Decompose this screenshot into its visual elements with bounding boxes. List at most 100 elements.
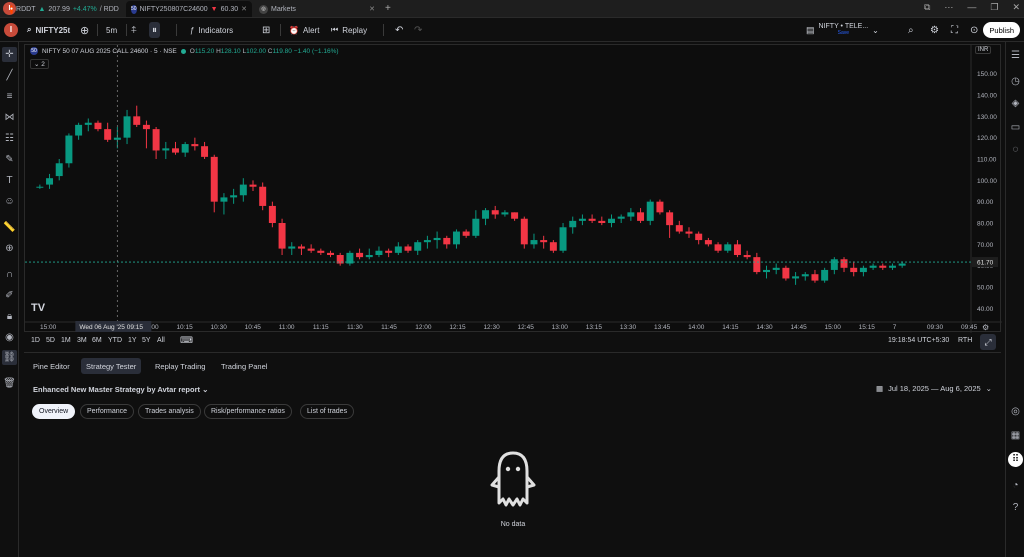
candle-body xyxy=(714,244,722,251)
panel-tab-strategy-tester[interactable]: Strategy Tester xyxy=(81,358,142,374)
chart-type-button[interactable]: ⏸ xyxy=(149,22,160,38)
measure-tool[interactable]: 📏 xyxy=(2,220,17,235)
browser-tab-markets[interactable]: ◎ Markets ✕ xyxy=(254,1,380,17)
layouts-button[interactable]: ⊞ xyxy=(262,22,270,38)
browser-tab-rddt[interactable]: ● RDDT ▲ 207.99 +4.47% / RDD ✕ xyxy=(4,1,122,17)
notifications-button[interactable]: ◔ xyxy=(1008,478,1023,493)
trendline-icon: ╱ xyxy=(6,70,13,81)
stay-drawing-tool[interactable]: ✐ xyxy=(2,288,17,303)
subtab-overview[interactable]: Overview xyxy=(32,404,76,419)
timeframe-6m[interactable]: 6M xyxy=(92,337,102,344)
help-button[interactable]: ? xyxy=(1008,500,1023,515)
menu-avatar[interactable]: I xyxy=(4,22,18,38)
browser-tab-nifty[interactable]: 50 NIFTY250807C24600 ▼ 60.30 ✕ xyxy=(126,1,252,17)
quick-search-button[interactable]: ⌕ xyxy=(908,22,914,38)
timeframe-3m[interactable]: 3M xyxy=(77,337,87,344)
publish-button[interactable]: Publish xyxy=(983,22,1020,38)
close-tab-icon[interactable]: ✕ xyxy=(241,5,247,13)
replay-icon: ⏮ xyxy=(331,25,339,34)
zoom-tool[interactable]: ⊕ xyxy=(2,241,17,256)
user-avatar[interactable]: I xyxy=(4,23,18,37)
candle-body xyxy=(569,220,577,228)
currency-label[interactable]: INR xyxy=(975,46,992,54)
alerts-button[interactable]: ◷ xyxy=(1008,74,1023,89)
undo-button[interactable]: ↶ xyxy=(395,22,403,38)
grid-icon: ⊞ xyxy=(262,24,271,36)
share-icon[interactable]: ⧉ xyxy=(924,2,930,13)
calendar-button[interactable]: ▦ xyxy=(1008,428,1023,443)
text-tool[interactable]: T xyxy=(2,173,17,188)
close-tab-icon[interactable]: ✕ xyxy=(369,5,375,13)
timeframe-all[interactable]: All xyxy=(157,337,165,344)
restore-icon[interactable]: ❐ xyxy=(990,2,998,13)
remove-tool[interactable]: 🗑︎ xyxy=(2,376,17,391)
symbol-search[interactable]: ⌕ NIFTY25t xyxy=(27,22,70,38)
subtab-trades-analysis[interactable]: Trades analysis xyxy=(138,404,201,419)
indicator-collapse-toggle[interactable]: ⌄ 2 xyxy=(30,59,49,69)
panel-tab-pine-editor[interactable]: Pine Editor xyxy=(28,358,75,374)
candlestick-chart[interactable]: 150.00 140.00 130.00 120.00 110.00 100.00 90.0… xyxy=(25,45,1002,333)
fullscreen-button[interactable]: ⛶ xyxy=(951,22,958,38)
strategy-selector[interactable]: Enhanced New Master Strategy by Avtar re… xyxy=(33,385,208,394)
magnet-tool[interactable]: ∩ xyxy=(2,267,17,282)
candle-body xyxy=(782,267,790,279)
hide-tool[interactable]: ◉ xyxy=(2,330,17,345)
settings-button[interactable]: ⚙ xyxy=(930,22,939,38)
candle-body xyxy=(123,116,131,138)
interval-button[interactable]: 5m xyxy=(106,22,117,38)
timeframe-1y[interactable]: 1Y xyxy=(128,337,137,344)
subtab-list-of-trades[interactable]: List of trades xyxy=(300,404,355,419)
date-range-calendar-icon[interactable]: ⌨ xyxy=(180,335,193,346)
icon-tool[interactable]: ☺ xyxy=(2,194,17,209)
brush-tool[interactable]: ✎ xyxy=(2,152,17,167)
apps-button[interactable]: ⠿ xyxy=(1008,452,1023,467)
ideas-button[interactable]: ◌ xyxy=(1008,142,1023,157)
layout-switcher[interactable]: ▤ NIFTY • TELE... Save ⌄ xyxy=(806,22,879,38)
indicators-button[interactable]: ƒ Indicators xyxy=(190,22,233,38)
redo-button[interactable]: ↷ xyxy=(414,22,422,38)
hotlist-button[interactable]: ◎ xyxy=(1008,404,1023,419)
replay-button[interactable]: ⏮ Replay xyxy=(331,22,367,38)
snapshot-button[interactable]: ⊙ xyxy=(970,22,978,38)
trendline-tool[interactable]: ╱ xyxy=(2,68,17,83)
date-range-selector[interactable]: ▦ Jul 18, 2025 — Aug 6, 2025 ⌄ xyxy=(876,384,992,393)
fib-tool[interactable]: ≡ xyxy=(2,89,17,104)
subtab-risk-performance-ratios[interactable]: Risk/performance ratios xyxy=(204,404,292,419)
alert-button[interactable]: ⏰ Alert xyxy=(289,22,319,38)
bar-style-button[interactable]: ⍏ xyxy=(131,22,137,38)
y-tick-label: 120.00 xyxy=(977,135,997,142)
panel-tab-trading-panel[interactable]: Trading Panel xyxy=(216,358,272,374)
timeframe-5d[interactable]: 5D xyxy=(46,337,55,344)
tab-rest: / RDD xyxy=(99,5,119,13)
lock-tool[interactable]: 🔒︎ xyxy=(2,309,17,324)
compare-symbol-button[interactable]: ⊕ xyxy=(80,22,89,38)
clock-time[interactable]: 19:18:54 UTC+5:30 xyxy=(888,337,949,344)
chart-toolbar: I ⌕ NIFTY25t ⊕ 5m ⍏ ⏸ ƒ Indicators ⊞ ⏰ A… xyxy=(0,18,1024,42)
sync-tool[interactable]: ⛓ xyxy=(2,350,17,365)
y-tick-label: 110.00 xyxy=(977,157,997,164)
close-window-icon[interactable]: ✕ xyxy=(1012,2,1020,13)
minimize-icon[interactable]: — xyxy=(967,2,976,13)
candle-body xyxy=(375,250,383,255)
chevron-down-icon: ⌄ xyxy=(985,384,992,393)
new-tab-icon[interactable]: + xyxy=(385,3,391,14)
forecast-tool[interactable]: ☷ xyxy=(2,131,17,146)
maximize-panel-icon[interactable]: ⤢ xyxy=(980,334,996,350)
timeframe-5y[interactable]: 5Y xyxy=(142,337,151,344)
panel-tab-replay-trading[interactable]: Replay Trading xyxy=(150,358,210,374)
watchlist-button[interactable]: ☰ xyxy=(1008,48,1023,63)
pattern-tool[interactable]: ⋈ xyxy=(2,110,17,125)
session-label[interactable]: RTH xyxy=(958,337,972,344)
subtab-performance[interactable]: Performance xyxy=(80,404,135,419)
crosshair-tool[interactable]: ✛ xyxy=(2,47,17,62)
chart-pane[interactable]: 150.00 140.00 130.00 120.00 110.00 100.00 90.0… xyxy=(24,44,1002,333)
object-tree-button[interactable]: ◈ xyxy=(1008,96,1023,111)
timeframe-ytd[interactable]: YTD xyxy=(108,337,122,344)
more-icon[interactable]: ⋯ xyxy=(944,2,953,13)
x-tick-label: 7 xyxy=(893,324,897,331)
eye-icon: ◉ xyxy=(5,332,14,343)
timeframe-1d[interactable]: 1D xyxy=(31,337,40,344)
chat-button[interactable]: ▭ xyxy=(1008,120,1023,135)
timeframe-1m[interactable]: 1M xyxy=(61,337,71,344)
candle-body xyxy=(104,129,112,140)
